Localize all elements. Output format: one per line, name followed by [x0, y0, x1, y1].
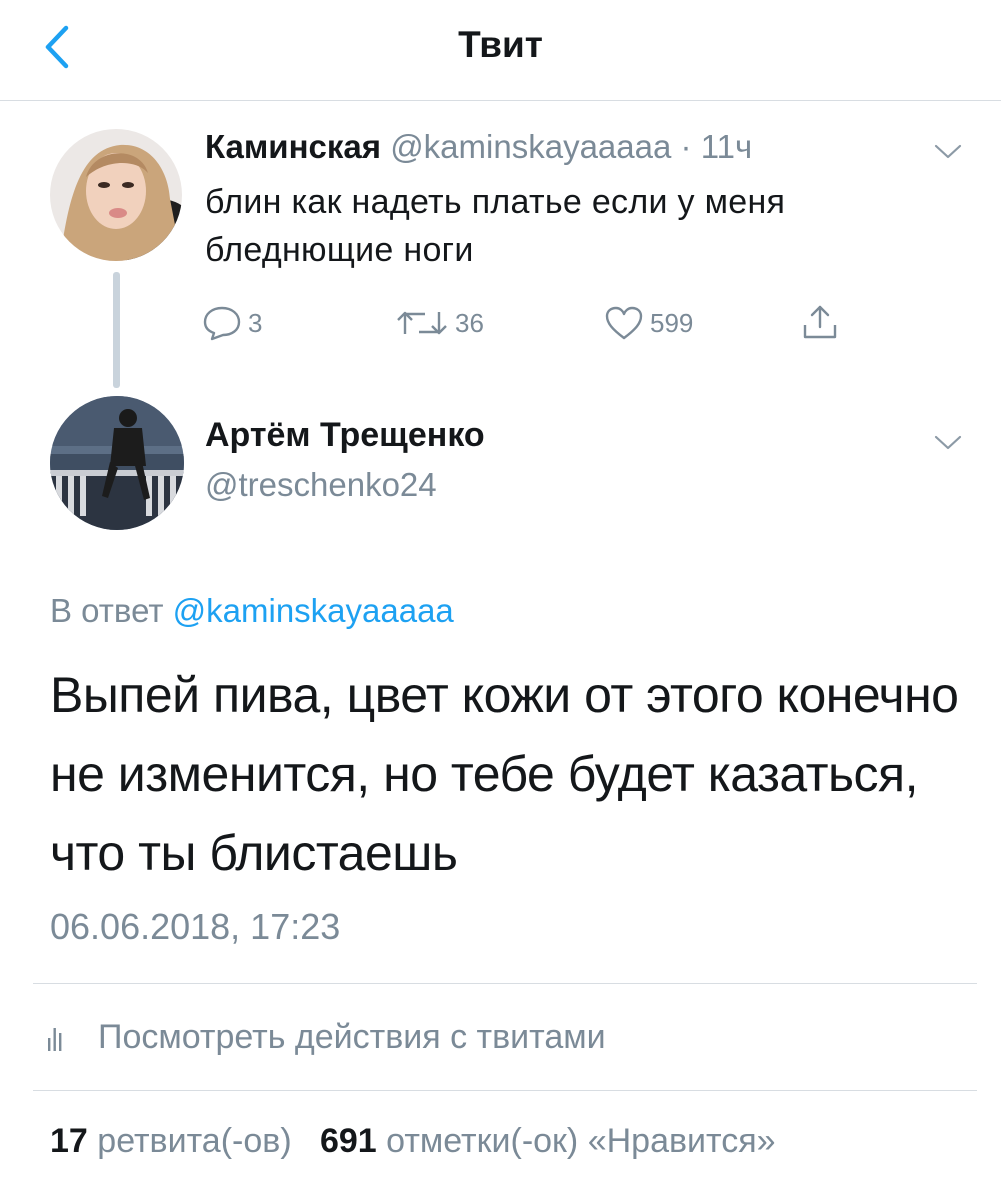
reply-count: 3	[248, 307, 263, 338]
like-button[interactable]: 599	[604, 303, 693, 343]
avatar-kaminskaya[interactable]	[50, 129, 182, 261]
bar-chart-icon	[48, 1028, 62, 1051]
parent-separator: ·	[680, 128, 692, 165]
chevron-down-icon[interactable]	[933, 432, 963, 452]
likes-label[interactable]: отметки(-ок) «Нравится»	[386, 1122, 775, 1160]
retweet-icon	[397, 311, 447, 335]
divider	[33, 983, 977, 984]
divider	[33, 1090, 977, 1091]
like-count: 599	[650, 307, 694, 338]
thread-connector	[113, 272, 120, 388]
retweets-total[interactable]: 17	[50, 1122, 88, 1160]
avatar-treschenko[interactable]	[50, 396, 184, 530]
parent-author-handle[interactable]: @kaminskayaaaaa	[390, 128, 671, 165]
parent-tweet-text: блин как надеть платье если у меня бледн…	[205, 183, 786, 269]
retweet-count: 36	[455, 307, 484, 338]
engagement-stats: 17 ретвита(-ов) 691 отметки(-ок) «Нравит…	[50, 1122, 776, 1161]
reply-button[interactable]: 3	[202, 303, 262, 343]
tweet-timestamp: 06.06.2018, 17:23	[50, 906, 341, 947]
parent-author-name[interactable]: Каминская	[205, 128, 381, 165]
view-activity-label: Посмотреть действия с твитами	[98, 1017, 606, 1056]
reply-context: В ответ @kaminskayaaaaa	[50, 592, 454, 630]
share-button[interactable]	[800, 303, 846, 343]
retweet-button[interactable]: 36	[395, 303, 484, 343]
retweets-label[interactable]: ретвита(-ов)	[97, 1122, 291, 1160]
view-tweet-activity-link[interactable]: Посмотреть действия с твитами	[48, 1015, 606, 1059]
likes-total[interactable]: 691	[320, 1122, 377, 1160]
main-author-handle[interactable]: @treschenko24	[205, 466, 437, 504]
chevron-down-icon[interactable]	[933, 141, 963, 161]
heart-icon	[605, 306, 643, 340]
reply-prefix: В ответ	[50, 592, 164, 629]
reply-icon	[203, 306, 241, 341]
parent-tweet-time: 11ч	[700, 128, 753, 165]
share-icon	[803, 305, 837, 339]
page-title: Твит	[458, 24, 543, 65]
main-tweet-text: Выпей пива, цвет кожи от этого конечно н…	[50, 667, 959, 881]
reply-mention-link[interactable]: @kaminskayaaaaa	[173, 592, 454, 629]
parent-tweet-header: Каминская @kaminskayaaaaa · 11ч	[205, 128, 752, 166]
main-author-name[interactable]: Артём Трещенко	[205, 416, 485, 455]
